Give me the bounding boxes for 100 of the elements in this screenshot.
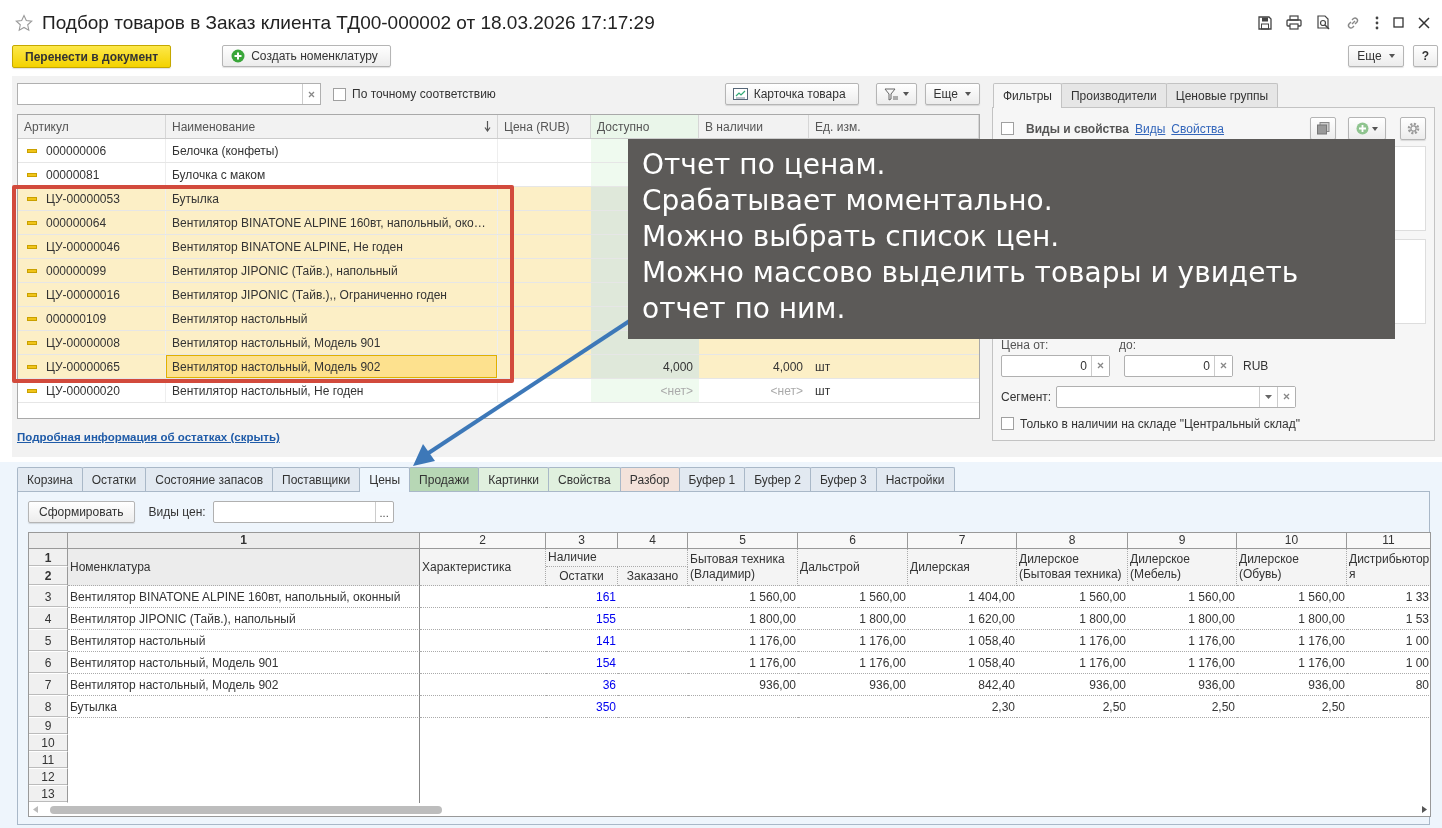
filter-tab[interactable]: Ценовые группы [1165, 83, 1279, 107]
table-cell: 1 800,00 [688, 608, 798, 630]
properties-link[interactable]: Виды [1135, 121, 1166, 136]
column-header[interactable]: В наличии [699, 115, 809, 138]
name-cell: Вентилятор настольный, Не годен [166, 379, 498, 402]
favorite-star-icon[interactable] [15, 13, 33, 32]
report-tab[interactable]: Буфер 2 [744, 467, 811, 491]
choose-button[interactable]: ... [374, 502, 393, 522]
table-cell: Вентилятор настольный, Модель 902 [68, 674, 420, 696]
column-number: 2 [420, 533, 546, 549]
scroll-left-icon[interactable] [33, 806, 38, 813]
product-row[interactable]: ЦУ-00000020 Вентилятор настольный, Не годен <нет> <нет> шт [18, 379, 979, 403]
more-icon[interactable] [1375, 15, 1379, 30]
table-cell: 1 800,00 [1128, 608, 1237, 630]
row-number: 3 [29, 586, 68, 608]
name-cell: Вентилятор настольный, Модель 902 [166, 355, 498, 378]
help-button[interactable]: ? [1412, 45, 1438, 67]
column-header[interactable]: Доступно [591, 115, 699, 138]
table-cell: Вентилятор настольный, Модель 901 [68, 652, 420, 674]
create-item-button[interactable]: Создать номенклатуру [222, 45, 391, 67]
price-from-field[interactable]: 0 [1001, 355, 1110, 377]
clear-icon[interactable] [1220, 362, 1227, 370]
column-header: Дилерская [908, 549, 1017, 586]
column-header[interactable]: Ед. изм. [809, 115, 979, 138]
row-number: 12 [29, 769, 68, 786]
report-tab[interactable]: Продажи [409, 467, 480, 491]
properties-label: Виды и свойства [1026, 121, 1129, 136]
filter-button[interactable] [875, 83, 917, 105]
report-tab[interactable]: Состояние запасов [145, 467, 274, 491]
properties-checkbox[interactable] [1001, 122, 1014, 136]
segment-field[interactable] [1056, 386, 1297, 408]
copy-button[interactable] [1310, 117, 1336, 141]
item-icon [27, 388, 37, 393]
report-tab[interactable]: Корзина [17, 467, 83, 491]
table-cell: 1 176,00 [798, 652, 908, 674]
report-tab[interactable]: Остатки [81, 467, 147, 491]
sort-arrow-icon[interactable] [484, 121, 491, 132]
table-cell: 1 800,00 [798, 608, 908, 630]
name-cell: Булочка с маком [166, 163, 498, 186]
scroll-right-icon[interactable] [1422, 806, 1427, 813]
exact-match-checkbox[interactable] [333, 87, 346, 101]
dropdown-icon[interactable] [1265, 395, 1273, 399]
column-header[interactable]: Артикул [18, 115, 166, 138]
column-number: 8 [1017, 533, 1128, 549]
row-number: 7 [29, 674, 68, 696]
report-tab[interactable]: Свойства [548, 467, 621, 491]
link-icon[interactable] [1345, 14, 1361, 31]
transfer-button[interactable]: Перенести в документ [12, 45, 172, 68]
price-to-field[interactable]: 0 [1124, 355, 1233, 377]
preview-icon[interactable] [1316, 15, 1331, 30]
row-number: 13 [29, 786, 68, 803]
report-tab[interactable]: Буфер 3 [809, 467, 877, 491]
report-tab[interactable]: Буфер 1 [678, 467, 746, 491]
table-cell: 936,00 [1237, 674, 1347, 696]
name-cell: Белочка (конфеты) [166, 139, 498, 162]
report-tab[interactable]: Цены [359, 467, 411, 492]
column-header[interactable]: Наименование [166, 115, 498, 138]
item-icon [27, 220, 37, 225]
add-icon [1356, 122, 1369, 136]
quantity-cell: 4,000 [772, 359, 803, 374]
more-button[interactable]: Еще [1348, 45, 1404, 67]
search-field[interactable] [17, 83, 321, 105]
quantity-cell: <нет> [770, 383, 803, 398]
add-button[interactable] [1348, 117, 1386, 141]
report-tab[interactable]: Настройки [875, 467, 955, 491]
column-header: Заказано [618, 567, 688, 586]
save-icon[interactable] [1258, 15, 1272, 30]
article-cell: ЦУ-00000046 [46, 239, 120, 254]
build-report-button[interactable]: Сформировать [28, 501, 135, 523]
column-number: 1 [68, 533, 420, 549]
in-stock-checkbox[interactable] [1001, 417, 1014, 431]
close-icon[interactable] [1418, 16, 1430, 29]
report-tab[interactable]: Разбор [619, 467, 680, 491]
maximize-icon[interactable] [1393, 17, 1404, 28]
product-card-button[interactable]: Карточка товара [724, 83, 859, 105]
properties-link[interactable]: Свойства [1171, 121, 1225, 136]
report-tab[interactable]: Поставщики [272, 467, 361, 491]
filter-tab[interactable]: Фильтры [993, 83, 1062, 108]
row-number: 4 [29, 608, 68, 630]
column-header: Бытовая техника (Владимир) [688, 549, 798, 586]
table-cell: 1 176,00 [688, 652, 798, 674]
row-number: 1 [29, 549, 68, 567]
table-cell: 155 [546, 608, 618, 630]
column-number: 7 [908, 533, 1017, 549]
exact-match-label: По точному соответствию [352, 87, 496, 101]
settings-button[interactable] [1400, 117, 1426, 141]
table-cell: 936,00 [1128, 674, 1237, 696]
article-cell: ЦУ-00000008 [46, 335, 120, 350]
print-icon[interactable] [1286, 15, 1302, 30]
clear-icon[interactable] [308, 90, 315, 98]
report-tab[interactable]: Картинки [478, 467, 550, 491]
row-number: 9 [29, 718, 68, 735]
list-more-button[interactable]: Еще [924, 83, 980, 105]
filter-tab[interactable]: Производители [1060, 83, 1167, 107]
product-row[interactable]: ЦУ-00000065 Вентилятор настольный, Модель 902 4,000 4,000 шт [18, 355, 979, 379]
table-cell: 1 058,40 [908, 630, 1017, 652]
price-types-field[interactable]: ... [212, 501, 394, 523]
details-link[interactable]: Подробная информация об остатках (скрыть) [17, 431, 280, 443]
clear-icon[interactable] [1283, 393, 1291, 401]
clear-icon[interactable] [1097, 362, 1104, 370]
